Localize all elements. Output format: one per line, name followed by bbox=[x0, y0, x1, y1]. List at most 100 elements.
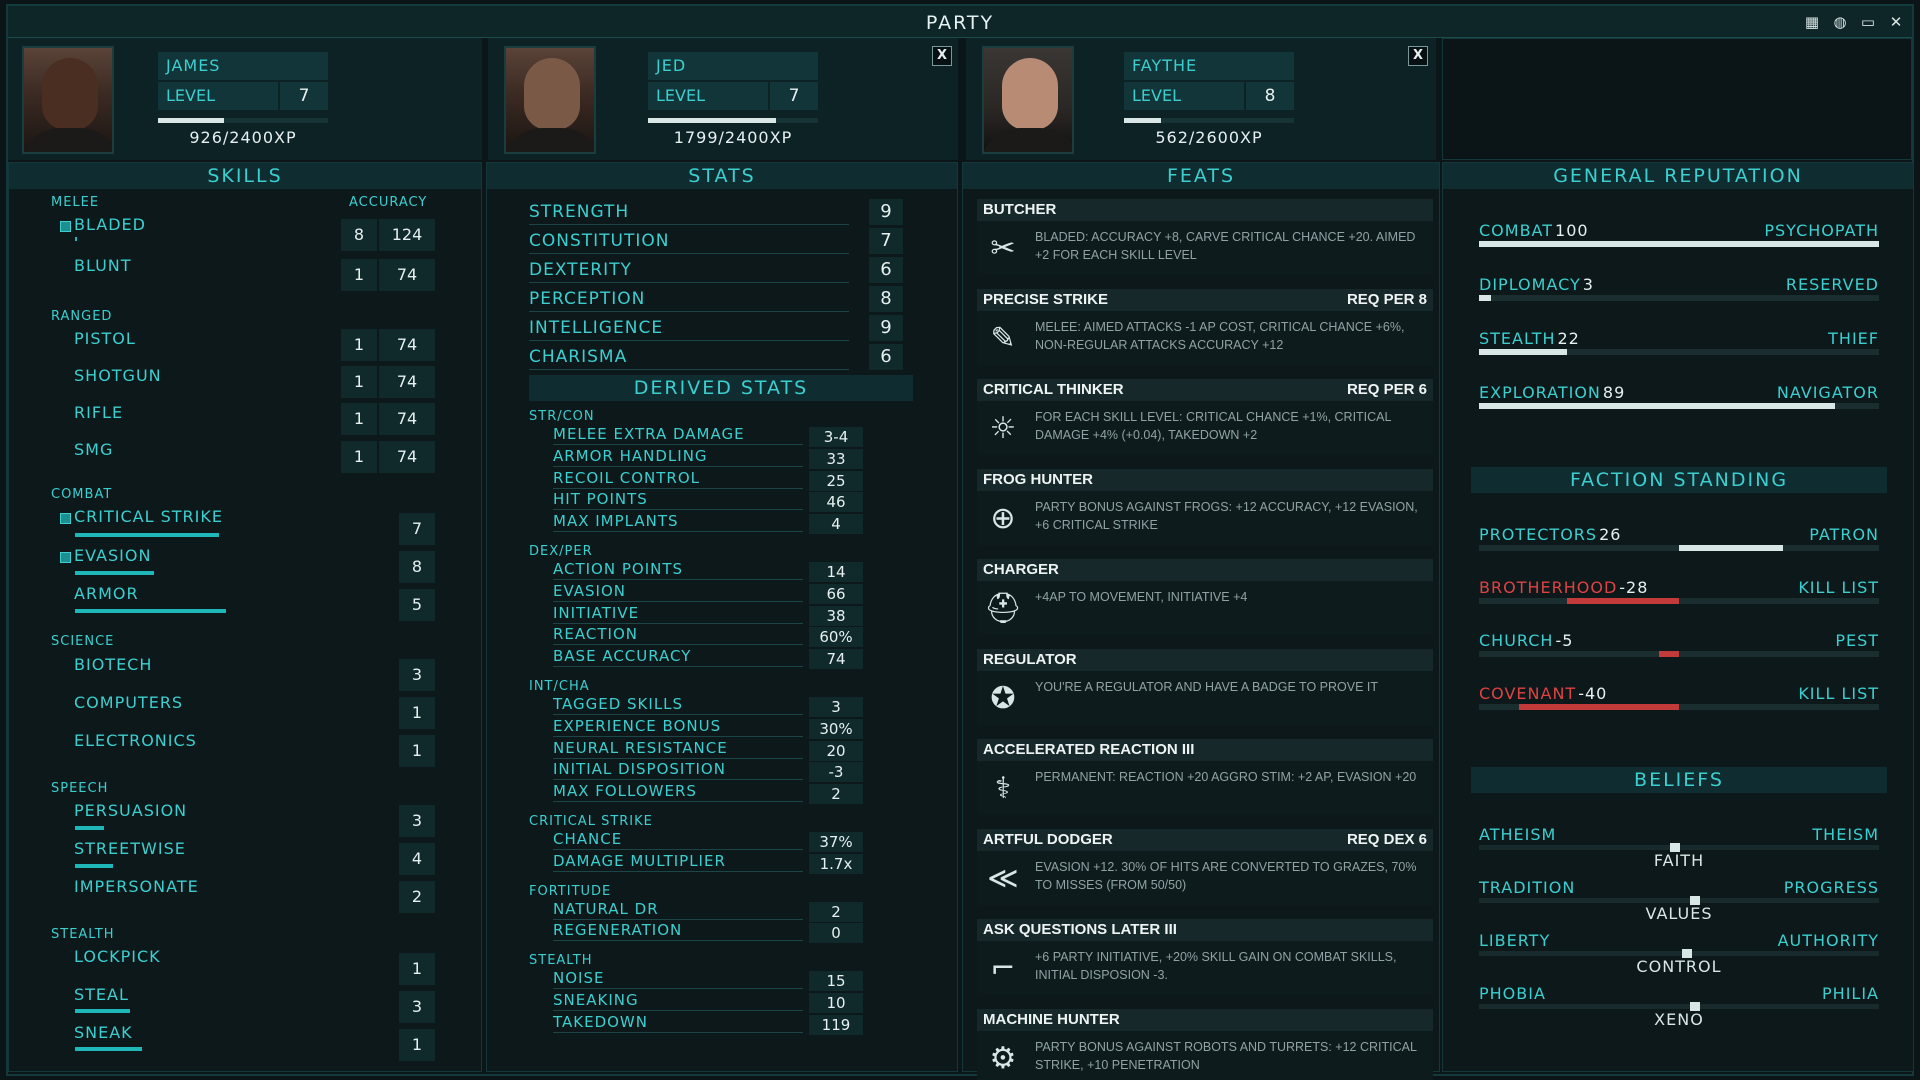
feat-card[interactable]: PRECISE STRIKE REQ PER 8 ✎ MELEE: AIMED ATT… bbox=[977, 289, 1433, 365]
skill-sneak[interactable]: SNEAK bbox=[74, 1023, 133, 1042]
skill-blunt[interactable]: BLUNT bbox=[74, 256, 132, 275]
skill-lockpick[interactable]: LOCKPICK bbox=[74, 947, 161, 966]
skill-armor[interactable]: ARMOR bbox=[74, 584, 139, 603]
derived-stat-row[interactable]: INITIAL DISPOSITION bbox=[553, 760, 803, 781]
derived-stat-row[interactable]: ARMOR HANDLING bbox=[553, 447, 803, 467]
reputation-bar bbox=[1479, 403, 1879, 409]
faction-label: CHURCH bbox=[1479, 631, 1554, 650]
feat-card[interactable]: BUTCHER ✂ BLADED: ACCURACY +8, CARVE CRITI… bbox=[977, 199, 1433, 275]
derived-stat-row[interactable]: BASE ACCURACY bbox=[553, 647, 803, 668]
stat-constitution[interactable]: CONSTITUTION bbox=[529, 228, 849, 254]
skill-biotech[interactable]: BIOTECH bbox=[74, 655, 152, 674]
derived-stat-row[interactable]: TAKEDOWN bbox=[553, 1013, 803, 1033]
faction-protectors[interactable]: PROTECTORS 26 PATRON bbox=[1479, 525, 1879, 555]
skill-value: 1 bbox=[341, 403, 377, 435]
skill-smg[interactable]: SMG bbox=[74, 440, 113, 459]
stats-panel: STATS STRENGTH 9 CONSTITUTION 7 DEXTERITY 6 PE… bbox=[486, 162, 958, 1072]
derived-stat-row[interactable]: INITIATIVE bbox=[553, 604, 803, 624]
feat-header: MACHINE HUNTER bbox=[977, 1009, 1433, 1031]
portrait-jed[interactable] bbox=[504, 46, 596, 154]
faction-brotherhood[interactable]: BROTHERHOOD -28 KILL LIST bbox=[1479, 578, 1879, 608]
feat-header: CRITICAL THINKER REQ PER 6 bbox=[977, 379, 1433, 401]
derived-stat-row[interactable]: REACTION bbox=[553, 625, 803, 646]
derived-stat-row[interactable]: DAMAGE MULTIPLIER bbox=[553, 852, 803, 872]
derived-stat-row[interactable]: MAX FOLLOWERS bbox=[553, 782, 803, 803]
derived-stat-row[interactable]: SNEAKING bbox=[553, 991, 803, 1011]
level-label: LEVEL bbox=[648, 82, 768, 110]
monitor-icon[interactable]: ▭ bbox=[1858, 12, 1878, 32]
derived-stat-row[interactable]: REGENERATION bbox=[553, 921, 803, 942]
stat-dexterity[interactable]: DEXTERITY bbox=[529, 257, 849, 283]
stat-value: 9 bbox=[869, 199, 903, 225]
belief-values[interactable]: TRADITION PROGRESS VALUES bbox=[1479, 878, 1879, 928]
brain-icon[interactable]: ◍ bbox=[1830, 12, 1850, 32]
belief-control[interactable]: LIBERTY AUTHORITY CONTROL bbox=[1479, 931, 1879, 981]
skill-electronics[interactable]: ELECTRONICS bbox=[74, 731, 197, 750]
skill-computers[interactable]: COMPUTERS bbox=[74, 693, 183, 712]
derived-stat-row[interactable]: MAX IMPLANTS bbox=[553, 512, 803, 533]
skill-critical-strike[interactable]: CRITICAL STRIKE bbox=[74, 507, 223, 526]
skill-shotgun[interactable]: SHOTGUN bbox=[74, 366, 162, 385]
skill-evasion[interactable]: EVASION bbox=[74, 546, 151, 565]
skill-pistol[interactable]: PISTOL bbox=[74, 329, 136, 348]
skill-persuasion[interactable]: PERSUASION bbox=[74, 801, 187, 820]
reputation-diplomacy[interactable]: DIPLOMACY 3 RESERVED bbox=[1479, 275, 1879, 305]
derived-stat-row[interactable]: EVASION bbox=[553, 582, 803, 602]
remove-member-button[interactable]: X bbox=[1408, 46, 1428, 66]
skill-accuracy: 74 bbox=[379, 329, 435, 361]
feat-card[interactable]: FROG HUNTER ⊕ PARTY BONUS AGAINST FROGS: +… bbox=[977, 469, 1433, 545]
derived-stat-row[interactable]: HIT POINTS bbox=[553, 490, 803, 511]
stat-strength[interactable]: STRENGTH bbox=[529, 199, 849, 225]
faction-name: BROTHERHOOD -28 bbox=[1479, 578, 1648, 597]
faction-covenant[interactable]: COVENANT -40 KILL LIST bbox=[1479, 684, 1879, 714]
reputation-title: THIEF bbox=[1828, 329, 1879, 348]
skill-steal[interactable]: STEAL bbox=[74, 985, 129, 1004]
character-card-james[interactable]: JAMES LEVEL 7 926/2400XP bbox=[8, 38, 482, 160]
reputation-combat[interactable]: COMBAT 100 PSYCHOPATH bbox=[1479, 221, 1879, 251]
portrait-james[interactable] bbox=[22, 46, 114, 154]
calendar-icon[interactable]: ▦ bbox=[1802, 12, 1822, 32]
reputation-stealth[interactable]: STEALTH 22 THIEF bbox=[1479, 329, 1879, 359]
derived-stat-row[interactable]: CHANCE bbox=[553, 830, 803, 850]
derived-stat-row[interactable]: EXPERIENCE BONUS bbox=[553, 717, 803, 737]
derived-stat-row[interactable]: NATURAL DR bbox=[553, 900, 803, 920]
derived-stat-row[interactable]: NEURAL RESISTANCE bbox=[553, 739, 803, 759]
derived-stat-row[interactable]: NOISE bbox=[553, 969, 803, 990]
feat-card[interactable]: CHARGER ⛑ +4AP TO MOVEMENT, INITIATIVE +4 bbox=[977, 559, 1433, 635]
xp-bar bbox=[1124, 118, 1294, 123]
derived-stat-name: NOISE bbox=[553, 969, 605, 988]
faction-church[interactable]: CHURCH -5 PEST bbox=[1479, 631, 1879, 661]
derived-stat-row[interactable]: ACTION POINTS bbox=[553, 560, 803, 580]
derived-stat-name: ACTION POINTS bbox=[553, 560, 684, 578]
character-card-faythe[interactable]: FAYTHE LEVEL 8 562/2600XP X bbox=[966, 38, 1436, 160]
character-card-jed[interactable]: JED LEVEL 7 1799/2400XP X bbox=[488, 38, 958, 160]
skill-rifle[interactable]: RIFLE bbox=[74, 403, 123, 422]
derived-stat-row[interactable]: TAGGED SKILLS bbox=[553, 695, 803, 715]
stat-perception[interactable]: PERCEPTION bbox=[529, 286, 849, 312]
feat-card[interactable]: ACCELERATED REACTION III ⚕ PERMANENT: REAC… bbox=[977, 739, 1433, 815]
feat-card[interactable]: MACHINE HUNTER ⚙ PARTY BONUS AGAINST ROBOT… bbox=[977, 1009, 1433, 1080]
skill-impersonate[interactable]: IMPERSONATE bbox=[74, 877, 199, 896]
reputation-exploration[interactable]: EXPLORATION 89 NAVIGATOR bbox=[1479, 383, 1879, 413]
remove-member-button[interactable]: X bbox=[932, 46, 952, 66]
feat-card[interactable]: REGULATOR ✪ YOU'RE A REGULATOR AND HAVE A … bbox=[977, 649, 1433, 725]
feat-body: ⚕ PERMANENT: REACTION +20 AGGRO STIM: +2 … bbox=[977, 761, 1433, 815]
skill-streetwise[interactable]: STREETWISE bbox=[74, 839, 186, 858]
skill-accuracy: 74 bbox=[379, 259, 435, 291]
derived-stat-row[interactable]: RECOIL CONTROL bbox=[553, 469, 803, 489]
close-icon[interactable]: ✕ bbox=[1886, 12, 1906, 32]
belief-faith[interactable]: ATHEISM THEISM FAITH bbox=[1479, 825, 1879, 875]
stat-intelligence[interactable]: INTELLIGENCE bbox=[529, 315, 849, 341]
belief-xeno[interactable]: PHOBIA PHILIA XENO bbox=[1479, 984, 1879, 1034]
skill-bladed[interactable]: BLADED bbox=[74, 215, 146, 234]
feat-card[interactable]: ASK QUESTIONS LATER III ⌐ +6 PARTY INITIAT… bbox=[977, 919, 1433, 995]
derived-stat-name: CHANCE bbox=[553, 830, 623, 848]
stat-name: STRENGTH bbox=[529, 202, 630, 222]
portrait-faythe[interactable] bbox=[982, 46, 1074, 154]
feat-card[interactable]: ARTFUL DODGER REQ DEX 6 ≪ EVASION +12. 30% … bbox=[977, 829, 1433, 905]
derived-stat-row[interactable]: MELEE EXTRA DAMAGE bbox=[553, 425, 803, 445]
stat-charisma[interactable]: CHARISMA bbox=[529, 344, 849, 370]
empty-party-slot[interactable] bbox=[1442, 38, 1912, 160]
skills-header: SKILLS bbox=[9, 163, 481, 189]
feat-card[interactable]: CRITICAL THINKER REQ PER 6 ☼ FOR EACH SKILL… bbox=[977, 379, 1433, 455]
